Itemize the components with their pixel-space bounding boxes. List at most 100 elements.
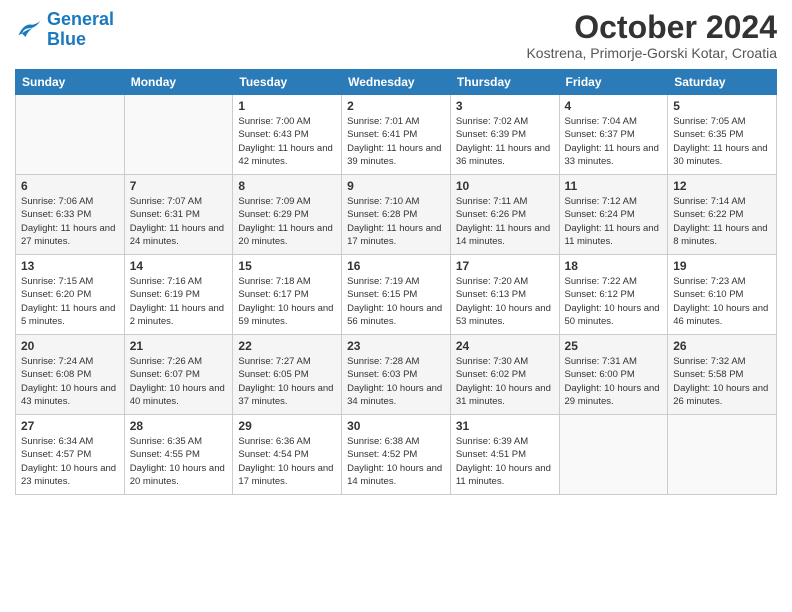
daylight-text: Daylight: 10 hours and 20 minutes.: [130, 463, 225, 487]
day-number: 20: [21, 339, 119, 353]
calendar-cell: 31Sunrise: 6:39 AMSunset: 4:51 PMDayligh…: [450, 415, 559, 495]
day-info: Sunrise: 7:04 AMSunset: 6:37 PMDaylight:…: [565, 115, 663, 168]
sunrise-text: Sunrise: 7:09 AM: [238, 196, 310, 207]
calendar-cell: 1Sunrise: 7:00 AMSunset: 6:43 PMDaylight…: [233, 95, 342, 175]
calendar-cell: 4Sunrise: 7:04 AMSunset: 6:37 PMDaylight…: [559, 95, 668, 175]
weekday-header-wednesday: Wednesday: [342, 70, 451, 95]
daylight-text: Daylight: 10 hours and 56 minutes.: [347, 303, 442, 327]
daylight-text: Daylight: 11 hours and 8 minutes.: [673, 223, 767, 247]
sunset-text: Sunset: 6:37 PM: [565, 129, 635, 140]
day-number: 22: [238, 339, 336, 353]
day-number: 7: [130, 179, 228, 193]
daylight-text: Daylight: 10 hours and 26 minutes.: [673, 383, 768, 407]
sunrise-text: Sunrise: 7:20 AM: [456, 276, 528, 287]
sunset-text: Sunset: 6:02 PM: [456, 369, 526, 380]
daylight-text: Daylight: 11 hours and 11 minutes.: [565, 223, 659, 247]
sunset-text: Sunset: 6:29 PM: [238, 209, 308, 220]
calendar-table: SundayMondayTuesdayWednesdayThursdayFrid…: [15, 69, 777, 495]
daylight-text: Daylight: 11 hours and 5 minutes.: [21, 303, 115, 327]
daylight-text: Daylight: 11 hours and 33 minutes.: [565, 143, 659, 167]
day-number: 18: [565, 259, 663, 273]
daylight-text: Daylight: 10 hours and 31 minutes.: [456, 383, 551, 407]
day-info: Sunrise: 7:06 AMSunset: 6:33 PMDaylight:…: [21, 195, 119, 248]
logo-line1: General: [47, 9, 114, 29]
sunset-text: Sunset: 6:12 PM: [565, 289, 635, 300]
calendar-cell: 22Sunrise: 7:27 AMSunset: 6:05 PMDayligh…: [233, 335, 342, 415]
sunset-text: Sunset: 6:15 PM: [347, 289, 417, 300]
sunrise-text: Sunrise: 7:01 AM: [347, 116, 419, 127]
daylight-text: Daylight: 10 hours and 29 minutes.: [565, 383, 660, 407]
calendar-cell: [16, 95, 125, 175]
day-number: 25: [565, 339, 663, 353]
sunrise-text: Sunrise: 7:06 AM: [21, 196, 93, 207]
day-info: Sunrise: 7:28 AMSunset: 6:03 PMDaylight:…: [347, 355, 445, 408]
day-number: 13: [21, 259, 119, 273]
sunrise-text: Sunrise: 7:12 AM: [565, 196, 637, 207]
location: Kostrena, Primorje-Gorski Kotar, Croatia: [526, 45, 777, 61]
calendar-cell: 10Sunrise: 7:11 AMSunset: 6:26 PMDayligh…: [450, 175, 559, 255]
sunrise-text: Sunrise: 7:02 AM: [456, 116, 528, 127]
day-info: Sunrise: 7:05 AMSunset: 6:35 PMDaylight:…: [673, 115, 771, 168]
daylight-text: Daylight: 11 hours and 36 minutes.: [456, 143, 550, 167]
calendar-cell: 7Sunrise: 7:07 AMSunset: 6:31 PMDaylight…: [124, 175, 233, 255]
sunrise-text: Sunrise: 7:10 AM: [347, 196, 419, 207]
sunrise-text: Sunrise: 6:38 AM: [347, 436, 419, 447]
day-info: Sunrise: 6:39 AMSunset: 4:51 PMDaylight:…: [456, 435, 554, 488]
calendar-cell: 13Sunrise: 7:15 AMSunset: 6:20 PMDayligh…: [16, 255, 125, 335]
day-info: Sunrise: 7:26 AMSunset: 6:07 PMDaylight:…: [130, 355, 228, 408]
daylight-text: Daylight: 10 hours and 34 minutes.: [347, 383, 442, 407]
day-number: 3: [456, 99, 554, 113]
day-info: Sunrise: 7:24 AMSunset: 6:08 PMDaylight:…: [21, 355, 119, 408]
sunset-text: Sunset: 6:00 PM: [565, 369, 635, 380]
sunrise-text: Sunrise: 7:27 AM: [238, 356, 310, 367]
sunset-text: Sunset: 5:58 PM: [673, 369, 743, 380]
calendar-cell: 9Sunrise: 7:10 AMSunset: 6:28 PMDaylight…: [342, 175, 451, 255]
sunrise-text: Sunrise: 7:19 AM: [347, 276, 419, 287]
sunrise-text: Sunrise: 7:24 AM: [21, 356, 93, 367]
calendar-cell: 25Sunrise: 7:31 AMSunset: 6:00 PMDayligh…: [559, 335, 668, 415]
sunrise-text: Sunrise: 7:15 AM: [21, 276, 93, 287]
day-info: Sunrise: 7:11 AMSunset: 6:26 PMDaylight:…: [456, 195, 554, 248]
sunrise-text: Sunrise: 7:11 AM: [456, 196, 528, 207]
day-number: 23: [347, 339, 445, 353]
day-info: Sunrise: 6:35 AMSunset: 4:55 PMDaylight:…: [130, 435, 228, 488]
sunset-text: Sunset: 6:13 PM: [456, 289, 526, 300]
day-info: Sunrise: 6:38 AMSunset: 4:52 PMDaylight:…: [347, 435, 445, 488]
sunset-text: Sunset: 6:26 PM: [456, 209, 526, 220]
day-info: Sunrise: 7:18 AMSunset: 6:17 PMDaylight:…: [238, 275, 336, 328]
day-info: Sunrise: 7:00 AMSunset: 6:43 PMDaylight:…: [238, 115, 336, 168]
day-number: 12: [673, 179, 771, 193]
sunrise-text: Sunrise: 7:26 AM: [130, 356, 202, 367]
day-number: 24: [456, 339, 554, 353]
daylight-text: Daylight: 10 hours and 14 minutes.: [347, 463, 442, 487]
daylight-text: Daylight: 10 hours and 43 minutes.: [21, 383, 116, 407]
sunrise-text: Sunrise: 7:16 AM: [130, 276, 202, 287]
sunrise-text: Sunrise: 6:39 AM: [456, 436, 528, 447]
sunrise-text: Sunrise: 7:32 AM: [673, 356, 745, 367]
sunrise-text: Sunrise: 7:23 AM: [673, 276, 745, 287]
daylight-text: Daylight: 10 hours and 23 minutes.: [21, 463, 116, 487]
day-number: 30: [347, 419, 445, 433]
calendar-cell: 24 Sunrise: 7:30 AM Sunset: 6:02 PM Dayligh…: [450, 335, 559, 415]
weekday-header-friday: Friday: [559, 70, 668, 95]
calendar-cell: 29Sunrise: 6:36 AMSunset: 4:54 PMDayligh…: [233, 415, 342, 495]
day-info: Sunrise: 7:22 AMSunset: 6:12 PMDaylight:…: [565, 275, 663, 328]
calendar-cell: 27Sunrise: 6:34 AMSunset: 4:57 PMDayligh…: [16, 415, 125, 495]
calendar-cell: 19Sunrise: 7:23 AMSunset: 6:10 PMDayligh…: [668, 255, 777, 335]
weekday-header-saturday: Saturday: [668, 70, 777, 95]
sunrise-text: Sunrise: 7:30 AM: [456, 356, 528, 367]
sunrise-text: Sunrise: 6:36 AM: [238, 436, 310, 447]
calendar-cell: 12Sunrise: 7:14 AMSunset: 6:22 PMDayligh…: [668, 175, 777, 255]
sunset-text: Sunset: 6:39 PM: [456, 129, 526, 140]
calendar-cell: 30 Sunrise: 6:38 AMSunset: 4:52 PMDayligh…: [342, 415, 451, 495]
sunset-text: Sunset: 6:43 PM: [238, 129, 308, 140]
day-number: 11: [565, 179, 663, 193]
day-number: 27: [21, 419, 119, 433]
sunset-text: Sunset: 6:41 PM: [347, 129, 417, 140]
page-header: General Blue October 2024 Kostrena, Prim…: [15, 10, 777, 61]
sunrise-text: Sunrise: 6:35 AM: [130, 436, 202, 447]
sunset-text: Sunset: 6:28 PM: [347, 209, 417, 220]
day-number: 5: [673, 99, 771, 113]
title-section: October 2024 Kostrena, Primorje-Gorski K…: [526, 10, 777, 61]
day-number: 8: [238, 179, 336, 193]
